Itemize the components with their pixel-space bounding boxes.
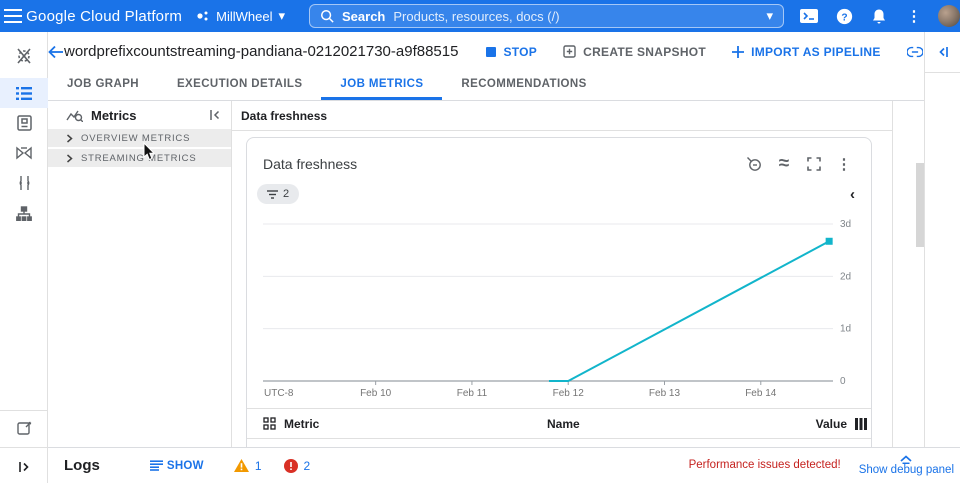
- collapse-info-panel-icon[interactable]: [925, 32, 960, 73]
- top-app-bar: Google Cloud Platform MillWheel ▾ Search…: [0, 0, 960, 32]
- job-title: wordprefixcountstreaming-pandiana-021202…: [64, 43, 458, 60]
- search-placeholder: Products, resources, docs (/): [393, 9, 758, 24]
- nav-divider: [0, 410, 48, 411]
- chevron-right-icon: [66, 154, 73, 163]
- metrics-panel: Metrics OVERVIEW METRICS STREAMING METRI…: [48, 101, 232, 447]
- metric-table: Metric Name Value ALIGN_MAX Max 2.67d: [247, 408, 871, 447]
- tab-execution-details[interactable]: EXECUTION DETAILS: [158, 70, 321, 100]
- metric-table-header: Metric Name Value: [247, 409, 871, 439]
- svg-text:0: 0: [840, 376, 846, 387]
- cloud-shell-icon[interactable]: [798, 5, 820, 27]
- data-freshness-card: Data freshness ≈ ⋮ 2 ‹ 0 1d 2d 3d Feb 10 Feb …: [246, 137, 872, 447]
- chart-more-menu-icon[interactable]: ⋮: [829, 152, 859, 176]
- search-input[interactable]: Search Products, resources, docs (/) ▾: [309, 4, 784, 28]
- tab-recommendations[interactable]: RECOMMENDATIONS: [442, 70, 605, 100]
- project-picker[interactable]: MillWheel ▾: [196, 8, 285, 24]
- collapse-metrics-panel-icon[interactable]: [209, 109, 221, 121]
- nav-pipelines-icon[interactable]: [0, 168, 48, 198]
- list-icon: [150, 460, 163, 471]
- warning-count-badge[interactable]: 1: [234, 459, 262, 473]
- show-debug-panel-button[interactable]: Show debug panel: [859, 455, 954, 477]
- job-tabs: JOB GRAPH EXECUTION DETAILS JOB METRICS …: [48, 71, 924, 101]
- account-avatar[interactable]: [938, 5, 960, 27]
- tab-job-graph[interactable]: JOB GRAPH: [48, 70, 158, 100]
- error-icon: [284, 459, 298, 473]
- help-icon[interactable]: ?: [833, 5, 855, 27]
- svg-text:1d: 1d: [840, 324, 851, 335]
- logs-footer: Logs SHOW 1 2 Performance issues detecte…: [0, 447, 960, 483]
- svg-text:2d: 2d: [840, 271, 851, 282]
- chevron-right-icon: [66, 134, 73, 143]
- search-label: Search: [342, 9, 385, 24]
- fullscreen-icon[interactable]: [799, 152, 829, 176]
- warning-icon: [234, 459, 249, 472]
- svg-text:Feb 10: Feb 10: [360, 388, 392, 399]
- topbar-actions: ? ⋮: [798, 5, 960, 27]
- more-vert-icon[interactable]: ⋮: [903, 5, 925, 27]
- svg-text:?: ?: [841, 12, 847, 23]
- chevron-down-icon: ▾: [278, 8, 285, 24]
- menu-icon[interactable]: [0, 0, 26, 32]
- project-name: MillWheel: [216, 9, 272, 24]
- section-overview-metrics[interactable]: OVERVIEW METRICS: [48, 129, 231, 147]
- filter-icon: [267, 190, 278, 199]
- collapse-legend-icon[interactable]: ‹: [850, 187, 855, 202]
- release-notes-icon[interactable]: [0, 413, 48, 443]
- metrics-panel-title: Metrics: [91, 108, 201, 123]
- plus-icon: [732, 46, 744, 58]
- nav-jobs-icon[interactable]: [0, 78, 48, 108]
- search-expand-icon[interactable]: ▾: [766, 8, 773, 24]
- show-logs-button[interactable]: SHOW: [150, 460, 204, 472]
- nav-notebooks-icon[interactable]: [0, 108, 48, 138]
- error-count-badge[interactable]: 2: [284, 459, 311, 473]
- add-box-icon: [563, 45, 576, 58]
- expand-panel-icon[interactable]: [0, 452, 48, 482]
- svg-text:Feb 14: Feb 14: [745, 388, 777, 399]
- dataflow-nav-rail: [0, 32, 48, 483]
- zoom-reset-icon[interactable]: [739, 152, 769, 176]
- filter-chip[interactable]: 2: [257, 184, 299, 204]
- nav-snapshots-icon[interactable]: [0, 138, 48, 168]
- tab-job-metrics[interactable]: JOB METRICS: [321, 70, 442, 100]
- create-snapshot-button[interactable]: CREATE SNAPSHOT: [563, 45, 706, 59]
- project-icon: [196, 9, 210, 23]
- section-heading: Data freshness: [232, 101, 892, 131]
- metrics-panel-header: Metrics: [48, 101, 231, 129]
- svg-text:Feb 13: Feb 13: [649, 388, 681, 399]
- section-streaming-metrics[interactable]: STREAMING METRICS: [48, 149, 231, 167]
- smoothing-icon[interactable]: ≈: [769, 152, 799, 176]
- table-row: ALIGN_MAX Max 2.67d: [247, 439, 871, 447]
- chevron-up-icon: [900, 455, 912, 464]
- stop-button[interactable]: STOP: [486, 45, 537, 59]
- job-metrics-content: Data freshness Data freshness ≈ ⋮ 2 ‹ 0 1…: [232, 101, 893, 447]
- import-as-pipeline-button[interactable]: IMPORT AS PIPELINE: [732, 45, 881, 59]
- notifications-bell-icon[interactable]: [868, 5, 890, 27]
- link-icon: [907, 46, 923, 58]
- vertical-scrollbar[interactable]: [916, 163, 924, 247]
- svg-text:Feb 12: Feb 12: [553, 388, 585, 399]
- svg-text:Feb 11: Feb 11: [457, 388, 488, 399]
- back-arrow-icon[interactable]: [48, 32, 64, 71]
- logs-title: Logs: [64, 457, 100, 474]
- column-settings-icon[interactable]: [855, 418, 867, 430]
- svg-text:UTC-8: UTC-8: [264, 388, 294, 399]
- right-info-rail: [924, 32, 960, 447]
- gcp-logo[interactable]: Google Cloud Platform: [26, 8, 182, 25]
- svg-text:3d: 3d: [840, 219, 851, 230]
- nav-job-builder-icon[interactable]: [0, 198, 48, 228]
- search-icon: [320, 9, 334, 23]
- job-action-bar: wordprefixcountstreaming-pandiana-021202…: [48, 32, 924, 71]
- stop-icon: [486, 47, 496, 57]
- data-freshness-chart[interactable]: 0 1d 2d 3d Feb 10 Feb 11 Feb 12 Feb 13 Feb 14 UTC…: [263, 210, 857, 404]
- metrics-explorer-icon: [66, 108, 83, 122]
- filter-count: 2: [283, 188, 289, 200]
- grid-icon: [263, 417, 276, 430]
- nav-divider: [0, 447, 48, 448]
- chart-title: Data freshness: [263, 156, 739, 172]
- dataflow-logo-icon: [0, 41, 48, 71]
- performance-alert-text: Performance issues detected!: [689, 459, 841, 471]
